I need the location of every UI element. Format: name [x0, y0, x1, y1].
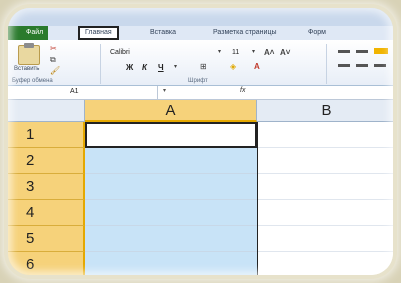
font-dropdown-icon[interactable]: ▾: [218, 48, 221, 55]
tab-file[interactable]: Файл: [8, 26, 48, 40]
align-left-icon[interactable]: [338, 64, 350, 67]
cell-a4[interactable]: [85, 200, 257, 226]
tab-home[interactable]: Главная: [78, 26, 119, 40]
tab-formulas[interactable]: Форм: [308, 29, 326, 36]
tab-page-layout[interactable]: Разметка страницы: [213, 29, 277, 36]
paste-icon[interactable]: [18, 43, 40, 65]
insert-function-button[interactable]: fx: [240, 87, 245, 94]
align-right-icon[interactable]: [374, 64, 386, 67]
underline-button[interactable]: Ч: [158, 63, 164, 72]
column-header-b[interactable]: B: [257, 100, 393, 122]
formula-bar: A1 ▾ fx: [8, 86, 393, 100]
name-box[interactable]: A1: [8, 86, 158, 99]
row-header-5[interactable]: 5: [8, 226, 85, 252]
align-bottom-icon[interactable]: [374, 48, 388, 54]
row-header-1[interactable]: 1: [8, 122, 85, 148]
font-color-icon[interactable]: A: [254, 62, 260, 71]
row-header-2[interactable]: 2: [8, 148, 85, 174]
shrink-font-icon[interactable]: A˅: [280, 48, 290, 57]
cell-b3[interactable]: [257, 174, 393, 200]
group-divider: [326, 44, 327, 84]
tab-insert[interactable]: Вставка: [150, 29, 176, 36]
cell-b5[interactable]: [257, 226, 393, 252]
cell-a5[interactable]: [85, 226, 257, 252]
cell-a6[interactable]: [85, 252, 257, 275]
bold-button[interactable]: Ж: [126, 63, 133, 72]
selection-border: [257, 122, 258, 275]
group-clipboard-label: Буфер обмена: [12, 78, 53, 84]
excel-window: Файл Главная Вставка Разметка страницы Ф…: [8, 8, 393, 275]
cell-b6[interactable]: [257, 252, 393, 275]
name-box-dropdown-icon[interactable]: ▾: [163, 87, 166, 94]
fill-color-icon[interactable]: ◈: [230, 62, 236, 71]
cell-b2[interactable]: [257, 148, 393, 174]
group-font-label: Шрифт: [188, 78, 208, 84]
title-bar: [8, 8, 393, 26]
borders-icon[interactable]: ⊞: [200, 62, 207, 71]
cell-a3[interactable]: [85, 174, 257, 200]
font-size-select[interactable]: 11: [232, 49, 239, 56]
format-painter-icon[interactable]: 🖌: [50, 66, 60, 75]
align-top-icon[interactable]: [338, 50, 350, 53]
grow-font-icon[interactable]: A˄: [264, 48, 274, 57]
cell-a1[interactable]: [85, 122, 257, 148]
align-middle-icon[interactable]: [356, 50, 368, 53]
align-center-icon[interactable]: [356, 64, 368, 67]
group-divider: [100, 44, 101, 84]
column-header-a[interactable]: A: [85, 100, 257, 122]
select-all-corner[interactable]: [8, 100, 85, 122]
row-header-6[interactable]: 6: [8, 252, 85, 275]
copy-icon[interactable]: ⧉: [50, 55, 56, 65]
cell-b1[interactable]: [257, 122, 393, 148]
cell-b4[interactable]: [257, 200, 393, 226]
cut-icon[interactable]: ✂: [50, 44, 57, 53]
underline-dropdown-icon[interactable]: ▾: [174, 63, 177, 70]
italic-button[interactable]: К: [142, 63, 147, 72]
row-header-4[interactable]: 4: [8, 200, 85, 226]
row-header-3[interactable]: 3: [8, 174, 85, 200]
font-name-select[interactable]: Calibri: [110, 49, 130, 56]
cell-a2[interactable]: [85, 148, 257, 174]
ribbon: Вставить ✂ ⧉ 🖌 Буфер обмена Calibri ▾ 11…: [8, 40, 393, 86]
paste-button[interactable]: Вставить: [14, 66, 39, 72]
size-dropdown-icon[interactable]: ▾: [252, 48, 255, 55]
ribbon-tab-strip: [8, 26, 393, 40]
